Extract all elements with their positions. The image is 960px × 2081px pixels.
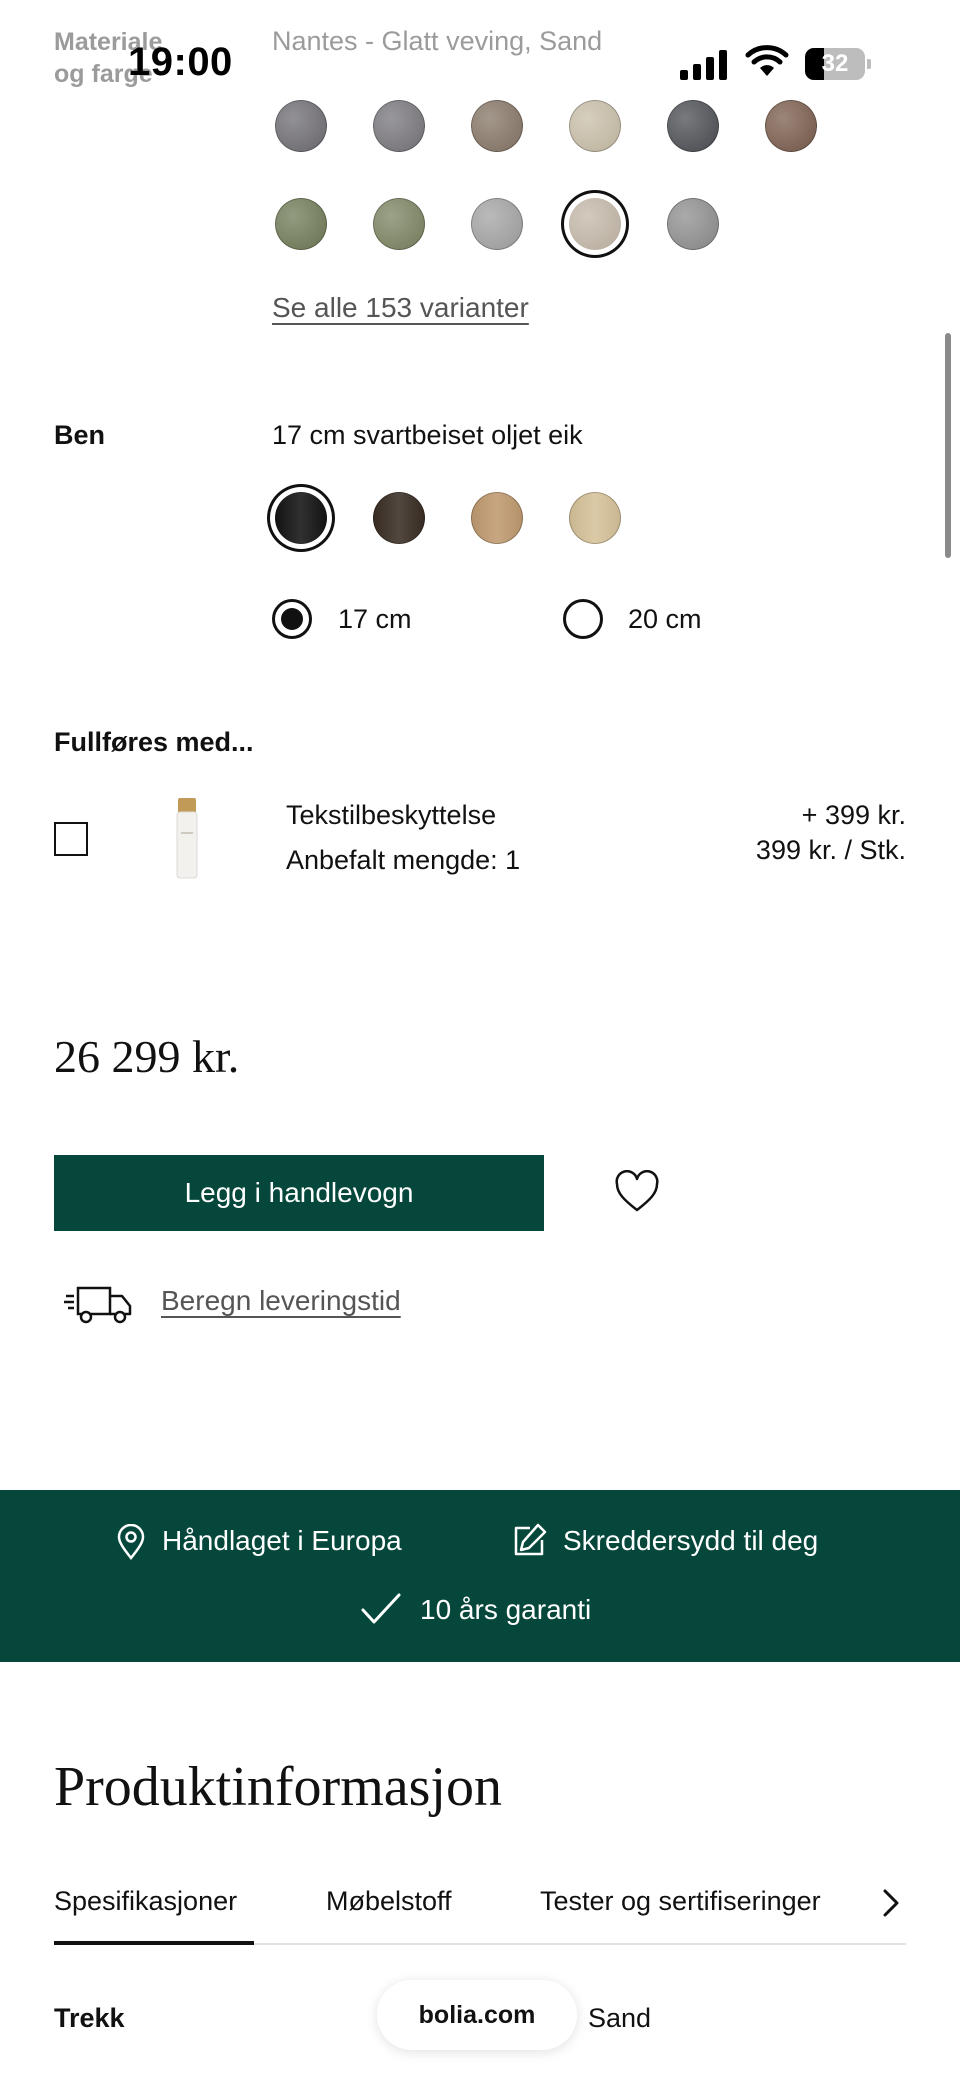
- usp-warranty: 10 års garanti: [420, 1594, 592, 1625]
- material-swatch[interactable]: [569, 100, 621, 152]
- usp-tailored: Skreddersydd til deg: [563, 1525, 819, 1556]
- material-swatch[interactable]: [667, 198, 719, 250]
- browser-url-pill[interactable]: bolia.com: [377, 1980, 577, 2050]
- legs-label: Ben: [54, 420, 106, 450]
- height-20-radio[interactable]: [563, 599, 603, 639]
- truck-icon: [64, 1282, 134, 1326]
- material-swatch[interactable]: [373, 100, 425, 152]
- material-swatch[interactable]: [765, 100, 817, 152]
- edit-icon: [510, 1522, 548, 1560]
- leg-swatch[interactable]: [373, 492, 425, 544]
- addon-price-add: + 399 kr.: [801, 800, 906, 830]
- textile-protection-checkbox[interactable]: [54, 822, 88, 856]
- height-17-radio[interactable]: [272, 599, 312, 639]
- material-swatch[interactable]: [471, 100, 523, 152]
- material-selected-value: Nantes - Glatt veving, Sand: [272, 26, 603, 56]
- addon-unit-price: 399 kr. / Stk.: [755, 835, 906, 865]
- leg-swatch[interactable]: [471, 492, 523, 544]
- leg-swatch[interactable]: [275, 492, 327, 544]
- see-all-variants-link[interactable]: Se alle 153 varianter: [272, 292, 529, 324]
- delivery-time-link[interactable]: Beregn leveringstid: [161, 1285, 401, 1317]
- legs-selected-value: 17 cm svartbeiset oljet eik: [272, 420, 583, 450]
- active-tab-indicator: [54, 1941, 254, 1945]
- location-pin-icon: [116, 1523, 146, 1561]
- spec-row-value: Sand: [588, 2003, 652, 2033]
- product-bottle-image: [176, 796, 198, 880]
- chevron-right-icon[interactable]: [880, 1886, 902, 1920]
- complete-with-heading: Fullføres med...: [54, 727, 254, 757]
- check-icon: [360, 1592, 402, 1626]
- usp-band: [0, 1490, 960, 1662]
- usp-handmade: Håndlaget i Europa: [162, 1525, 402, 1556]
- tab-upholstery[interactable]: Møbelstoff: [326, 1886, 452, 1917]
- leg-swatch[interactable]: [569, 492, 621, 544]
- signal-bars-icon: [680, 50, 730, 80]
- product-price: 26 299 kr.: [54, 1031, 240, 1082]
- material-swatch[interactable]: [471, 198, 523, 250]
- status-time: 19:00: [128, 40, 233, 84]
- product-info-title: Produktinformasjon: [54, 1756, 502, 1818]
- tab-specifications[interactable]: Spesifikasjoner: [54, 1886, 237, 1917]
- add-to-cart-button[interactable]: Legg i handlevogn: [54, 1155, 544, 1231]
- spec-row-label: Trekk: [54, 2003, 125, 2033]
- heart-icon[interactable]: [614, 1170, 660, 1214]
- addon-name: Tekstilbeskyttelse: [286, 800, 497, 830]
- material-swatch[interactable]: [569, 198, 621, 250]
- scroll-indicator[interactable]: [945, 333, 951, 558]
- material-swatch[interactable]: [667, 100, 719, 152]
- material-swatch[interactable]: [275, 198, 327, 250]
- height-17-label: 17 cm: [338, 604, 412, 634]
- tab-tests-certifications[interactable]: Tester og sertifiseringer: [540, 1886, 821, 1917]
- addon-recommended: Anbefalt mengde: 1: [286, 845, 521, 875]
- wifi-icon: [745, 44, 789, 78]
- height-20-label: 20 cm: [628, 604, 702, 634]
- battery-icon: 32: [805, 48, 871, 80]
- material-swatch[interactable]: [373, 198, 425, 250]
- material-swatch[interactable]: [275, 100, 327, 152]
- battery-percent: 32: [821, 50, 849, 77]
